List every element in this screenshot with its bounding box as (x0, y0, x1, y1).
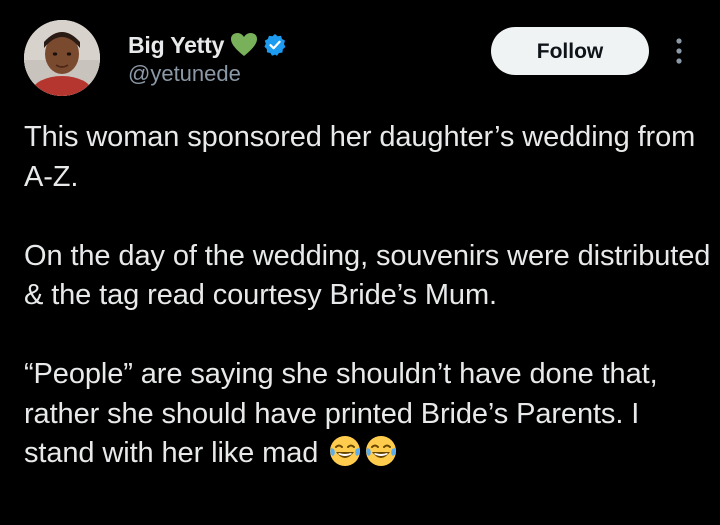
face-with-tears-of-joy-icon (364, 434, 398, 468)
author-name-row: Big Yetty (128, 30, 287, 60)
display-name[interactable]: Big Yetty (128, 32, 224, 59)
verified-badge-icon[interactable] (263, 33, 287, 57)
tweet-paragraph-2: On the day of the wedding, souvenirs wer… (24, 239, 711, 312)
avatar[interactable] (24, 20, 100, 96)
follow-button[interactable]: Follow (491, 27, 649, 75)
handle[interactable]: @yetunede (128, 61, 287, 87)
author-info: Big Yetty @yetunede (128, 30, 287, 87)
tweet-card: Big Yetty @yetunede Follow This woman sp… (0, 0, 720, 525)
tweet-paragraph-3: “People” are saying she shouldn’t have d… (24, 355, 714, 474)
tweet-text: This woman sponsored her daughter’s wedd… (24, 118, 714, 474)
face-with-tears-of-joy-icon (328, 434, 362, 468)
avatar-image (24, 20, 100, 96)
more-options-icon[interactable] (670, 36, 688, 66)
green-heart-icon (230, 32, 258, 58)
tweet-paragraph-1: This woman sponsored her daughter’s wedd… (24, 121, 696, 193)
